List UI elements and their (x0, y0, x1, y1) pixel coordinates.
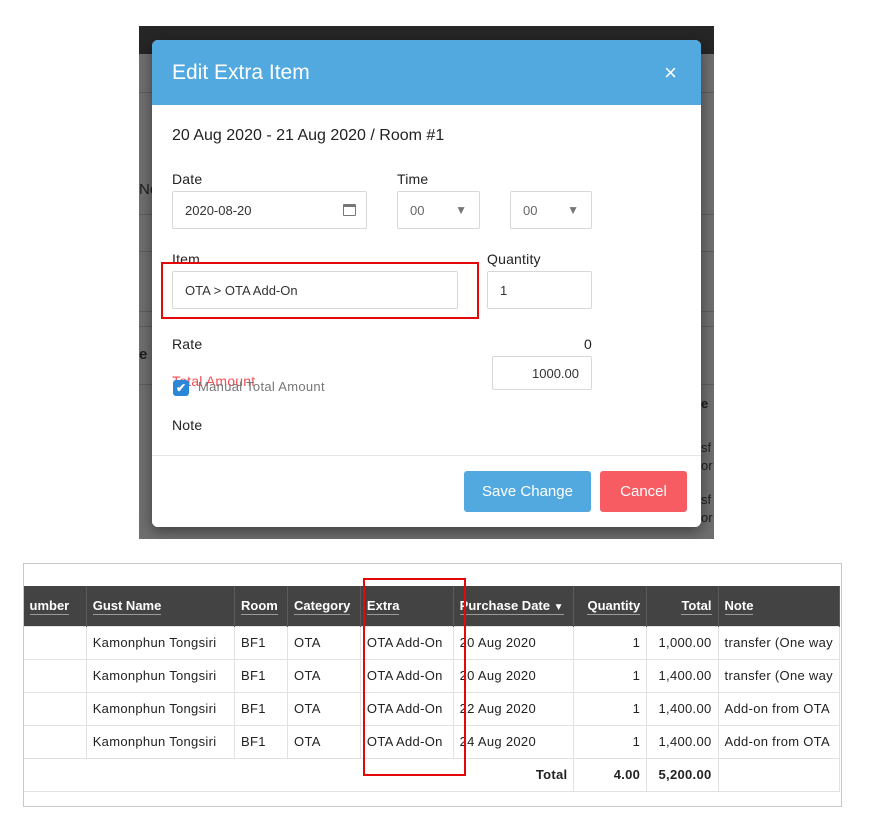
caret-down-icon: ▼ (567, 203, 579, 217)
table-row[interactable]: Kamonphun Tongsiri BF1 OTA OTA Add-On 20… (24, 625, 841, 660)
table-spacer-row (24, 790, 840, 806)
total-amount: 5,200.00 (646, 757, 719, 792)
cell-extra: OTA Add-On (359, 658, 454, 693)
quantity-value: 1 (500, 282, 508, 298)
note-label: Note (172, 417, 203, 433)
bg-partial-text: or (701, 458, 713, 473)
quantity-input[interactable]: 1 (487, 271, 592, 309)
col-quantity[interactable]: Quantity (573, 586, 648, 626)
cell-room: BF1 (234, 724, 289, 759)
col-category[interactable]: Category (287, 586, 361, 626)
total-label: Total (24, 757, 575, 792)
modal-footer: Save Change Cancel (152, 455, 701, 527)
cell-total: 1,400.00 (646, 658, 719, 693)
cell-total: 1,400.00 (646, 691, 719, 726)
sort-desc-icon: ▼ (553, 602, 564, 614)
caret-down-icon: ▼ (455, 203, 467, 217)
cell-date: 20 Aug 2020 (452, 625, 575, 660)
cell-total: 1,400.00 (646, 724, 719, 759)
item-value: OTA > OTA Add-On (185, 282, 298, 298)
close-icon[interactable]: × (660, 60, 681, 86)
save-change-button[interactable]: Save Change (464, 471, 591, 512)
cell-extra: OTA Add-On (359, 724, 454, 759)
total-amount-value: 1000.00 (532, 365, 579, 381)
cell-room: BF1 (234, 691, 289, 726)
cell-quantity: 1 (573, 625, 648, 660)
booking-subtitle: 20 Aug 2020 - 21 Aug 2020 / Room #1 (172, 127, 445, 144)
rate-label: Rate (172, 336, 203, 352)
hour-select[interactable]: 00 ▼ (397, 191, 480, 229)
date-input[interactable]: 2020-08-20 (172, 191, 367, 229)
date-value: 2020-08-20 (185, 202, 252, 218)
quantity-label: Quantity (487, 251, 541, 267)
cell-total: 1,000.00 (646, 625, 719, 660)
col-total[interactable]: Total (646, 586, 719, 626)
spacer-cell (24, 790, 840, 806)
bg-partial-text: or (701, 510, 713, 525)
cell-quantity: 1 (573, 724, 648, 759)
cell-extra: OTA Add-On (359, 625, 454, 660)
calendar-icon[interactable] (343, 204, 356, 216)
cell-number (24, 625, 87, 660)
extras-table-panel: umber Gust Name Room Category Extra Purc… (23, 563, 842, 807)
modal-header: Edit Extra Item × (152, 40, 701, 105)
cell-category: OTA (287, 724, 361, 759)
cell-note: transfer (One way (717, 658, 841, 693)
cell-note: Add-on from OTA (717, 691, 841, 726)
bg-partial-text: sf (701, 492, 712, 507)
time-label: Time (397, 171, 429, 187)
cell-category: OTA (287, 658, 361, 693)
total-quantity: 4.00 (573, 757, 648, 792)
date-label: Date (172, 171, 203, 187)
item-input[interactable]: OTA > OTA Add-On (172, 271, 458, 309)
total-note-empty (717, 757, 841, 792)
cell-guest: Kamonphun Tongsiri (85, 724, 236, 759)
edit-extra-item-dialog: Edit Extra Item × 20 Aug 2020 - 21 Aug 2… (152, 40, 701, 527)
cell-extra: OTA Add-On (359, 691, 454, 726)
hour-value: 00 (410, 202, 425, 218)
bg-partial-text: e (139, 346, 148, 363)
col-purchase-date[interactable]: Purchase Date ▼ (453, 586, 575, 626)
cell-date: 20 Aug 2020 (452, 658, 575, 693)
cell-quantity: 1 (573, 658, 648, 693)
table-row[interactable]: Kamonphun Tongsiri BF1 OTA OTA Add-On 20… (24, 658, 841, 693)
col-room[interactable]: Room (234, 586, 289, 626)
modal-screenshot: No e e sf or sf or Edit Extra Item × 20 … (139, 26, 714, 539)
extras-table: umber Gust Name Room Category Extra Purc… (24, 586, 841, 806)
bg-partial-text: e (701, 396, 709, 411)
cell-room: BF1 (234, 658, 289, 693)
cell-number (24, 658, 87, 693)
col-extra[interactable]: Extra (360, 586, 454, 626)
minute-select[interactable]: 00 ▼ (510, 191, 592, 229)
cell-quantity: 1 (573, 691, 648, 726)
bg-partial-text: sf (701, 440, 712, 455)
col-note[interactable]: Note (718, 586, 841, 626)
cell-note: Add-on from OTA (717, 724, 841, 759)
manual-total-checkbox[interactable]: ✔ (173, 380, 189, 396)
cell-number (24, 691, 87, 726)
col-guest-name[interactable]: Gust Name (86, 586, 236, 626)
cell-note: transfer (One way (717, 625, 841, 660)
total-amount-input[interactable]: 1000.00 (492, 356, 592, 390)
cell-date: 22 Aug 2020 (452, 691, 575, 726)
modal-body: 20 Aug 2020 - 21 Aug 2020 / Room #1 Date… (152, 105, 701, 455)
rate-value: 0 (584, 336, 592, 352)
cell-guest: Kamonphun Tongsiri (85, 658, 236, 693)
table-row[interactable]: Kamonphun Tongsiri BF1 OTA OTA Add-On 22… (24, 691, 841, 726)
table-row[interactable]: Kamonphun Tongsiri BF1 OTA OTA Add-On 24… (24, 724, 841, 759)
cancel-button[interactable]: Cancel (600, 471, 687, 512)
manual-total-label: Manual Total Amount (198, 379, 325, 394)
table-header-row: umber Gust Name Room Category Extra Purc… (24, 586, 841, 626)
cell-room: BF1 (234, 625, 289, 660)
cell-date: 24 Aug 2020 (452, 724, 575, 759)
cell-category: OTA (287, 625, 361, 660)
table-total-row: Total 4.00 5,200.00 (24, 757, 841, 792)
cell-category: OTA (287, 691, 361, 726)
minute-value: 00 (523, 202, 538, 218)
col-number[interactable]: umber (24, 586, 87, 626)
cell-number (24, 724, 87, 759)
cell-guest: Kamonphun Tongsiri (85, 691, 236, 726)
modal-title: Edit Extra Item (172, 60, 310, 84)
cell-guest: Kamonphun Tongsiri (85, 625, 236, 660)
